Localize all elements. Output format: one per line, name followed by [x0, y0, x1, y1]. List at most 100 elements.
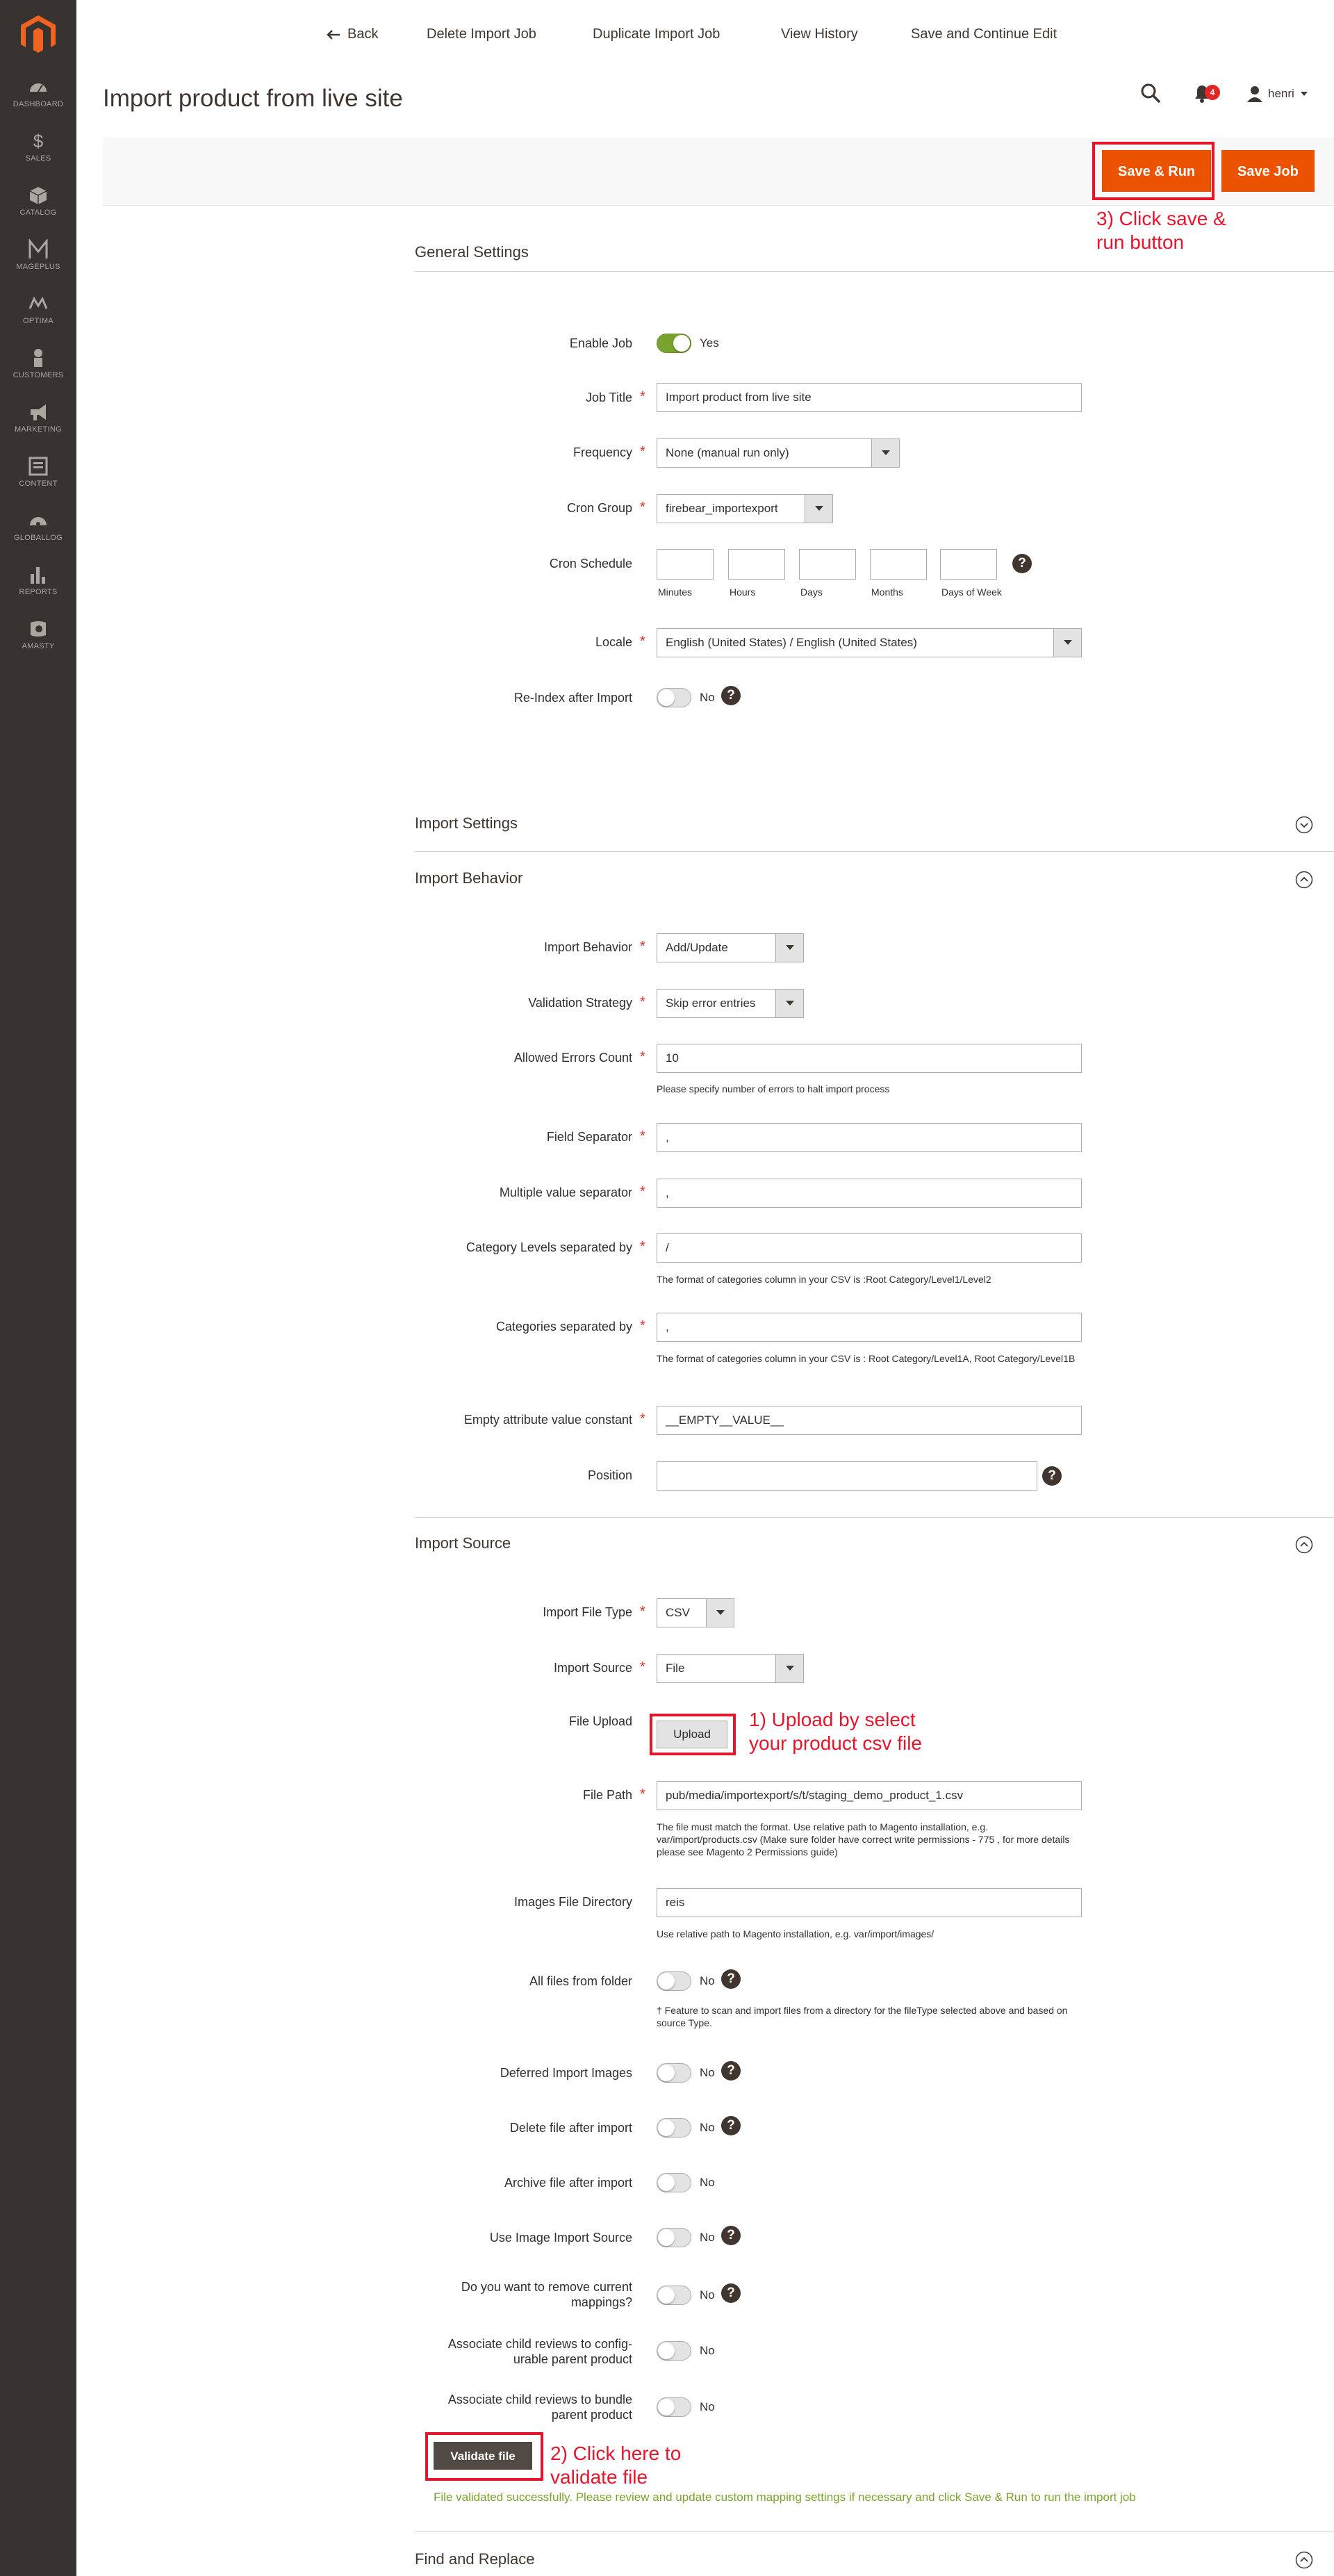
categories-separated-input[interactable]: , [657, 1313, 1082, 1342]
cron-days-label: Days [800, 586, 823, 598]
validation-strategy-select[interactable]: Skip error entries [657, 989, 804, 1018]
remove-mappings-label: Do you want to remove current mappings? [461, 2280, 632, 2309]
save-job-button[interactable]: Save Job [1221, 150, 1315, 192]
all-files-label: All files from folder [529, 1974, 632, 1988]
nav-optima[interactable]: OPTIMA [0, 288, 76, 339]
nav-marketing[interactable]: MARKETING [0, 396, 76, 448]
import-settings-title[interactable]: Import Settings [415, 814, 518, 832]
child-config-toggle[interactable] [657, 2341, 691, 2361]
duplicate-import-job-button[interactable]: Duplicate Import Job [593, 0, 720, 68]
annotation-upload-box [650, 1714, 736, 1755]
nav-content[interactable]: CONTENT [0, 450, 76, 502]
categories-separated-label: Categories separated by [495, 1320, 632, 1334]
reindex-label: Re-Index after Import [513, 691, 632, 705]
chevron-down-icon[interactable] [1295, 816, 1313, 834]
import-source-select[interactable]: File [657, 1654, 804, 1683]
nav-globallog[interactable]: GLOBALLOG [0, 504, 76, 556]
nav-reports[interactable]: REPORTS [0, 559, 76, 610]
delete-import-job-button[interactable]: Delete Import Job [427, 0, 536, 68]
notification-count-badge[interactable]: 4 [1205, 85, 1220, 100]
multiple-value-separator-label: Multiple value separator [499, 1186, 632, 1199]
cron-minutes-input[interactable] [657, 549, 714, 580]
field-separator-input[interactable]: , [657, 1123, 1082, 1152]
file-path-input[interactable]: pub/media/importexport/s/t/staging_demo_… [657, 1781, 1082, 1810]
allowed-errors-label: Allowed Errors Count [513, 1051, 632, 1065]
delete-after-toggle[interactable] [657, 2118, 691, 2138]
help-icon[interactable]: ? [721, 2061, 741, 2081]
chevron-up-icon[interactable] [1295, 1536, 1313, 1554]
enable-job-toggle[interactable] [657, 334, 691, 353]
file-path-label: File Path [582, 1788, 632, 1802]
remove-mappings-toggle[interactable] [657, 2286, 691, 2305]
help-icon[interactable]: ? [721, 2283, 741, 2303]
child-config-value: No [700, 2344, 715, 2357]
validation-success-message: File validated successfully. Please revi… [434, 2491, 1136, 2504]
nav-sales[interactable]: $ SALES [0, 125, 76, 177]
user-menu[interactable]: henri [1247, 83, 1308, 104]
cron-days-input[interactable] [799, 549, 856, 580]
image-import-source-toggle[interactable] [657, 2228, 691, 2247]
cron-group-select[interactable]: firebear_importexport [657, 494, 833, 523]
import-file-type-select[interactable]: CSV [657, 1598, 734, 1627]
select-arrow-icon [871, 439, 899, 467]
deferred-images-toggle[interactable] [657, 2063, 691, 2083]
cron-hours-input[interactable] [728, 549, 785, 580]
select-arrow-icon [706, 1599, 734, 1627]
user-icon [1247, 86, 1262, 102]
nav-dashboard[interactable]: DASHBOARD [0, 71, 76, 122]
select-arrow-icon [775, 990, 803, 1017]
category-levels-note: The format of categories column in your … [657, 1274, 991, 1285]
child-bundle-toggle[interactable] [657, 2397, 691, 2417]
nav-amasty[interactable]: AMASTY [0, 613, 76, 664]
cron-hours-label: Hours [730, 586, 756, 598]
position-input[interactable] [657, 1461, 1037, 1491]
archive-after-toggle[interactable] [657, 2173, 691, 2192]
help-icon[interactable]: ? [721, 1969, 741, 1989]
content-icon [28, 457, 48, 476]
images-dir-label: Images File Directory [513, 1895, 632, 1909]
all-files-value: No [700, 1974, 715, 1987]
search-icon[interactable] [1139, 82, 1162, 104]
category-levels-input[interactable]: / [657, 1233, 1082, 1263]
megaphone-icon [31, 404, 46, 420]
nav-customers[interactable]: CUSTOMERS [0, 342, 76, 393]
empty-attribute-label: Empty attribute value constant [463, 1413, 632, 1427]
help-icon[interactable]: ? [721, 2226, 741, 2245]
import-source-title[interactable]: Import Source [415, 1534, 511, 1552]
locale-select[interactable]: English (United States) / English (Unite… [657, 628, 1082, 657]
import-behavior-label: Import Behavior [543, 940, 632, 954]
annotation-save-run-box [1092, 142, 1214, 200]
required-marker: * [640, 994, 645, 1010]
file-upload-label: File Upload [568, 1714, 632, 1728]
chevron-up-icon[interactable] [1295, 2551, 1313, 2569]
required-marker: * [640, 389, 645, 404]
all-files-toggle[interactable] [657, 1971, 691, 1991]
frequency-label: Frequency [573, 445, 632, 459]
images-dir-input[interactable]: reis [657, 1888, 1082, 1917]
multiple-value-separator-input[interactable]: , [657, 1179, 1082, 1208]
view-history-button[interactable]: View History [781, 0, 858, 68]
back-button[interactable]: Back [327, 0, 378, 68]
nav-catalog[interactable]: CATALOG [0, 179, 76, 231]
file-path-note: The file must match the format. Use rela… [657, 1821, 1070, 1857]
help-icon[interactable]: ? [721, 2116, 741, 2135]
magento-logo-icon[interactable] [21, 15, 56, 54]
empty-attribute-input[interactable]: __EMPTY__VALUE__ [657, 1406, 1082, 1435]
job-title-input[interactable]: Import product from live site [657, 383, 1082, 412]
nav-mageplus[interactable]: MAGEPLUS [0, 233, 76, 285]
deferred-images-label: Deferred Import Images [500, 2066, 632, 2080]
help-icon[interactable]: ? [1042, 1466, 1062, 1486]
find-replace-title[interactable]: Find and Replace [415, 2550, 534, 2568]
chevron-up-icon[interactable] [1295, 871, 1313, 889]
save-continue-edit-button[interactable]: Save and Continue Edit [911, 0, 1057, 68]
frequency-select[interactable]: None (manual run only) [657, 438, 900, 468]
dashboard-icon [30, 83, 47, 92]
help-icon[interactable]: ? [1012, 554, 1032, 573]
cron-months-input[interactable] [870, 549, 927, 580]
cron-days-of-week-input[interactable] [940, 549, 997, 580]
reindex-toggle[interactable] [657, 688, 691, 707]
allowed-errors-input[interactable]: 10 [657, 1044, 1082, 1073]
help-icon[interactable]: ? [721, 686, 741, 705]
import-behavior-title[interactable]: Import Behavior [415, 869, 522, 887]
import-behavior-select[interactable]: Add/Update [657, 933, 804, 962]
